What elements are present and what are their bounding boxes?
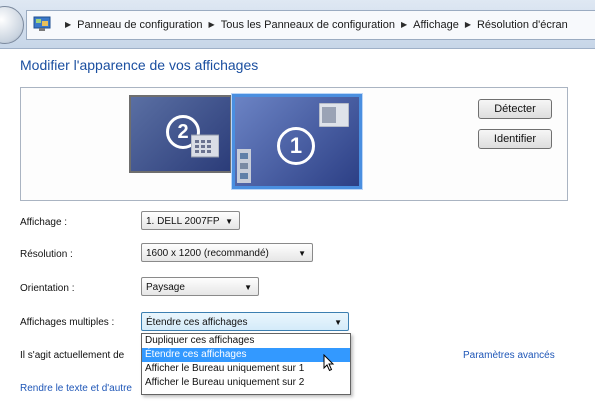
orientation-select-value: Paysage — [146, 282, 185, 293]
monitor-1[interactable]: 1 — [232, 94, 362, 189]
orientation-select[interactable]: Paysage ▼ — [141, 277, 259, 296]
chevron-down-icon: ▼ — [225, 217, 233, 226]
identify-button[interactable]: Identifier — [478, 129, 552, 149]
multiple-displays-label: Affichages multiples : — [20, 317, 115, 328]
display-select[interactable]: 1. DELL 2007FP ▼ — [141, 211, 240, 230]
control-panel-icon — [33, 16, 51, 31]
multiple-displays-dropdown: Dupliquer ces affichages Étendre ces aff… — [141, 333, 351, 395]
back-button[interactable] — [0, 6, 24, 44]
resolution-select[interactable]: 1600 x 1200 (recommandé) ▼ — [141, 243, 313, 262]
sidebar-gadget-icon — [237, 149, 251, 183]
breadcrumb-item-display[interactable]: Affichage — [413, 19, 459, 31]
monitor-2[interactable]: 2 — [129, 95, 232, 173]
orientation-label: Orientation : — [20, 283, 75, 294]
multiple-displays-select-value: Étendre ces affichages — [146, 317, 248, 328]
option-only-1[interactable]: Afficher le Bureau uniquement sur 1 — [142, 362, 350, 376]
resolution-label: Résolution : — [20, 249, 73, 260]
option-only-2[interactable]: Afficher le Bureau uniquement sur 2 — [142, 376, 350, 390]
page-title: Modifier l'apparence de vos affichages — [20, 57, 259, 73]
chevron-right-icon[interactable]: ▶ — [401, 20, 407, 29]
display-select-value: 1. DELL 2007FP — [146, 216, 220, 227]
chevron-right-icon: ▶ — [65, 20, 72, 29]
detect-button[interactable]: Détecter — [478, 99, 552, 119]
display-label: Affichage : — [20, 217, 68, 228]
chevron-right-icon[interactable]: ▶ — [209, 20, 215, 29]
window-thumbnail-icon — [319, 103, 349, 127]
monitor-panel: 2 1 Détecter Identifier — [20, 87, 568, 201]
breadcrumb-item-all-panels[interactable]: Tous les Panneaux de configuration — [221, 19, 395, 31]
chevron-down-icon: ▼ — [298, 249, 306, 258]
breadcrumb[interactable]: ▶ Panneau de configuration ▶ Tous les Panne… — [26, 10, 595, 40]
breadcrumb-item-resolution[interactable]: Résolution d'écran — [477, 19, 568, 31]
advanced-settings-link[interactable]: Paramètres avancés — [463, 350, 555, 361]
breadcrumb-item-control-panel[interactable]: Panneau de configuration — [77, 19, 202, 31]
text-size-link[interactable]: Rendre le texte et d'autre — [20, 383, 132, 394]
chevron-right-icon[interactable]: ▶ — [465, 20, 471, 29]
address-bar: ▶ Panneau de configuration ▶ Tous les Panne… — [0, 0, 595, 49]
monitor-1-number: 1 — [277, 127, 315, 165]
option-duplicate[interactable]: Dupliquer ces affichages — [142, 334, 350, 348]
window-thumbnail-icon — [191, 134, 219, 158]
chevron-down-icon: ▼ — [244, 283, 252, 292]
resolution-select-value: 1600 x 1200 (recommandé) — [146, 248, 269, 259]
info-text: Il s'agit actuellement de — [20, 350, 125, 361]
chevron-down-icon: ▼ — [334, 318, 342, 327]
mouse-cursor-icon — [323, 354, 335, 372]
multiple-displays-select[interactable]: Étendre ces affichages ▼ — [141, 312, 349, 331]
option-extend[interactable]: Étendre ces affichages — [142, 348, 350, 362]
